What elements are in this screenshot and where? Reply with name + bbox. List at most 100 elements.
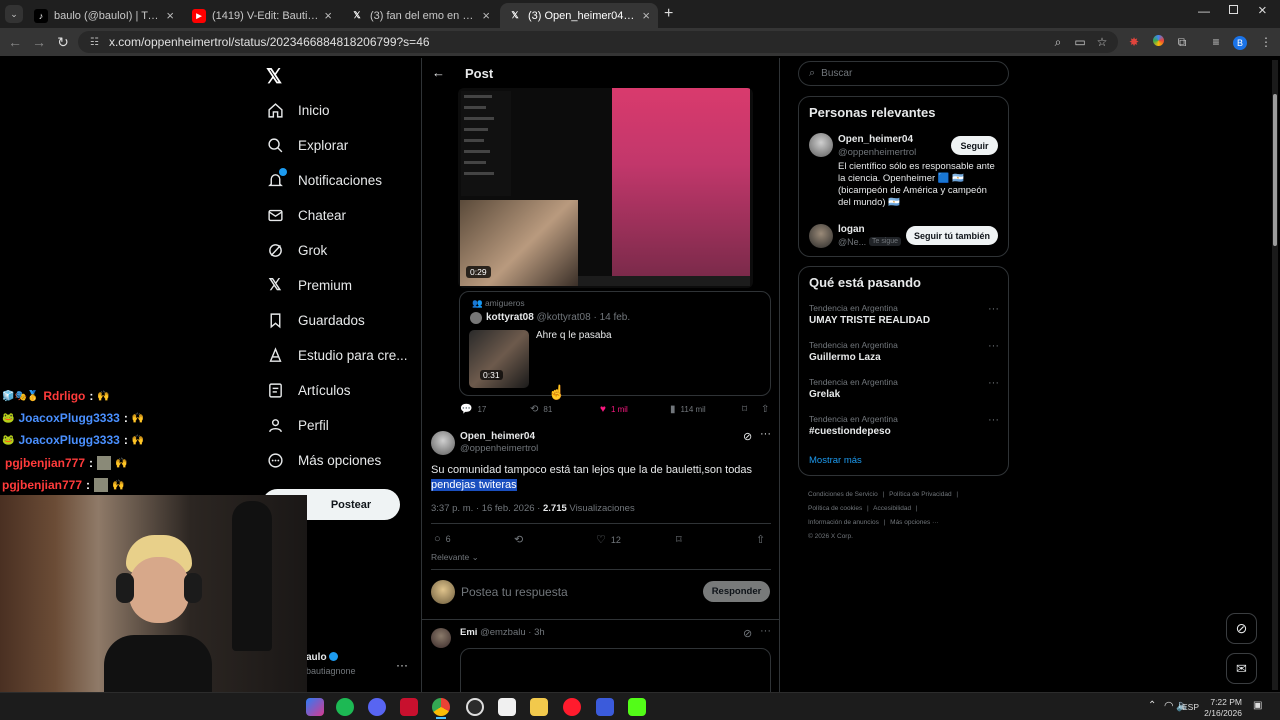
- quoted-video-small[interactable]: 0:31: [469, 330, 529, 388]
- minimize-button[interactable]: —: [1198, 4, 1210, 18]
- footer-link[interactable]: Información de anuncios: [808, 519, 879, 526]
- reply-button[interactable]: Responder: [703, 581, 770, 602]
- tab-list-button[interactable]: ⌄: [5, 5, 23, 23]
- sort-dropdown[interactable]: Relevante ⌄: [431, 552, 479, 563]
- nav-grok[interactable]: Grok: [266, 236, 327, 264]
- nav-articles[interactable]: Artículos: [266, 376, 351, 404]
- footer-link[interactable]: Política de Privacidad: [889, 491, 952, 498]
- reload-button[interactable]: ↻: [54, 33, 72, 51]
- address-bar[interactable]: ☷ x.com/oppenheimertrol/status/202346688…: [78, 31, 1118, 53]
- post-more-icon[interactable]: ···: [760, 428, 771, 440]
- site-info-icon[interactable]: ☷: [90, 37, 99, 48]
- person-name[interactable]: Open_heimer04: [838, 134, 913, 145]
- language-indicator[interactable]: ESP: [1182, 702, 1199, 712]
- discord-icon[interactable]: [368, 698, 386, 716]
- post-author-name[interactable]: Open_heimer04: [460, 431, 535, 442]
- nav-more[interactable]: Más opciones: [266, 446, 381, 474]
- close-tab-icon[interactable]: ×: [324, 8, 332, 23]
- footer-link[interactable]: Política de cookies: [808, 505, 862, 512]
- views-action[interactable]: ▮ 114 mil: [670, 404, 706, 415]
- like-action[interactable]: ♡ 12: [596, 533, 621, 546]
- puzzle-icon[interactable]: ⧉: [1174, 34, 1190, 50]
- quoted-video-thumbnail[interactable]: 0:29: [458, 88, 753, 288]
- obs-icon[interactable]: [466, 698, 484, 716]
- repost-action[interactable]: ⟲ 81: [530, 404, 552, 415]
- page-scrollbar[interactable]: [1272, 60, 1278, 690]
- notifications-icon[interactable]: ▣: [1253, 700, 1262, 711]
- person-name[interactable]: logan: [838, 224, 865, 235]
- profile-avatar[interactable]: B: [1232, 34, 1248, 50]
- browser-tab-tiktok[interactable]: ♪ baulo (@bauloI) | TikTok ×: [26, 3, 182, 28]
- repost-action[interactable]: ⟲: [514, 533, 523, 546]
- nav-profile[interactable]: Perfil: [266, 411, 329, 439]
- quoted-author-avatar[interactable]: [470, 312, 482, 324]
- trend-more-icon[interactable]: ···: [988, 340, 999, 352]
- footer-link[interactable]: Más opciones ···: [890, 519, 938, 526]
- quoted-post-card[interactable]: 👥 amigueros kottyrat08 @kottyrat08 · 14 …: [459, 291, 771, 396]
- follow-back-button[interactable]: Seguir tú también: [906, 226, 998, 245]
- reply-action[interactable]: ○ 6: [434, 533, 451, 545]
- trend-item[interactable]: Tendencia en Argentina #cuestiondepeso ·…: [809, 414, 999, 437]
- chrome-icon[interactable]: [432, 698, 450, 716]
- nav-premium[interactable]: 𝕏 Premium: [266, 271, 352, 299]
- extension-red-icon[interactable]: ✸: [1126, 34, 1142, 50]
- messages-float-button[interactable]: ✉: [1226, 653, 1257, 684]
- nav-creator-studio[interactable]: Estudio para cre...: [266, 341, 408, 369]
- trend-more-icon[interactable]: ···: [988, 303, 999, 315]
- restore-button[interactable]: [1229, 5, 1238, 14]
- account-more-icon[interactable]: ···: [396, 658, 408, 672]
- cast-icon[interactable]: ▭: [1072, 34, 1088, 50]
- nav-notifications[interactable]: Notificaciones: [266, 166, 382, 194]
- extension-colorful-icon[interactable]: [1150, 34, 1166, 50]
- grok-icon[interactable]: ⊘: [743, 430, 752, 443]
- app-icon-colorful[interactable]: [306, 698, 324, 716]
- nav-explore[interactable]: Explorar: [266, 131, 348, 159]
- app-icon-red[interactable]: [400, 698, 418, 716]
- browser-tab-youtube[interactable]: ▶ (1419) V-Edit: Bauti Agnone - Y ×: [184, 3, 340, 28]
- forward-button[interactable]: →: [30, 33, 48, 51]
- reply-author-avatar[interactable]: [431, 628, 451, 648]
- trend-item[interactable]: Tendencia en Argentina Guillermo Laza ··…: [809, 340, 999, 363]
- close-tab-icon[interactable]: ×: [166, 8, 174, 23]
- trend-item[interactable]: Tendencia en Argentina Grelak ···: [809, 377, 999, 400]
- file-explorer-icon[interactable]: [530, 698, 548, 716]
- back-button[interactable]: ←: [6, 33, 24, 51]
- bookmark-action[interactable]: ⌑: [676, 533, 682, 546]
- nav-chat[interactable]: Chatear: [266, 201, 346, 229]
- person-avatar[interactable]: [809, 133, 833, 157]
- search-input[interactable]: ⌕ Buscar: [798, 61, 1009, 86]
- close-tab-icon[interactable]: ×: [642, 8, 650, 23]
- clock[interactable]: 7:22 PM 2/16/2026: [1202, 697, 1242, 719]
- reply-action[interactable]: 💬 17: [460, 404, 486, 415]
- share-action[interactable]: ⇧: [756, 533, 765, 546]
- bookmark-action[interactable]: ⌑: [742, 404, 747, 415]
- opera-icon[interactable]: [563, 698, 581, 716]
- zoom-icon[interactable]: ⌕: [1050, 34, 1066, 50]
- back-arrow-icon[interactable]: ←: [432, 65, 445, 80]
- grok-float-button[interactable]: ⊘: [1226, 613, 1257, 644]
- scrollbar-thumb[interactable]: [1273, 94, 1277, 246]
- reply-input[interactable]: Postea tu respuesta: [461, 585, 568, 599]
- footer-link[interactable]: Condiciones de Servicio: [808, 491, 878, 498]
- network-icon[interactable]: ◠: [1164, 699, 1174, 712]
- close-window-button[interactable]: ×: [1258, 2, 1267, 19]
- app-icon-white[interactable]: [498, 698, 516, 716]
- spotify-icon[interactable]: [336, 698, 354, 716]
- reply-media-placeholder[interactable]: [460, 648, 771, 692]
- trend-more-icon[interactable]: ···: [988, 414, 999, 426]
- reply-more-icon[interactable]: ···: [760, 625, 771, 637]
- browser-tab-x-fan[interactable]: 𝕏 (3) fan del emo en X: "@elbaja ×: [342, 3, 498, 28]
- reply-author-name[interactable]: Emi: [460, 627, 477, 638]
- person-avatar[interactable]: [809, 224, 833, 248]
- star-icon[interactable]: ☆: [1094, 34, 1110, 50]
- nav-bookmarks[interactable]: Guardados: [266, 306, 365, 334]
- tray-chevron-icon[interactable]: ⌃: [1148, 700, 1156, 711]
- community-label[interactable]: 👥 amigueros: [472, 298, 525, 309]
- new-tab-button[interactable]: +: [664, 5, 673, 23]
- kick-icon[interactable]: [628, 698, 646, 716]
- trend-item[interactable]: Tendencia en Argentina UMAY TRISTE REALI…: [809, 303, 999, 326]
- media-controls-icon[interactable]: ≡: [1208, 34, 1224, 50]
- share-action[interactable]: ⇧: [761, 404, 769, 415]
- account-switcher[interactable]: aulo bautiagnone ···: [306, 652, 410, 682]
- footer-link[interactable]: Accesibilidad: [873, 505, 911, 512]
